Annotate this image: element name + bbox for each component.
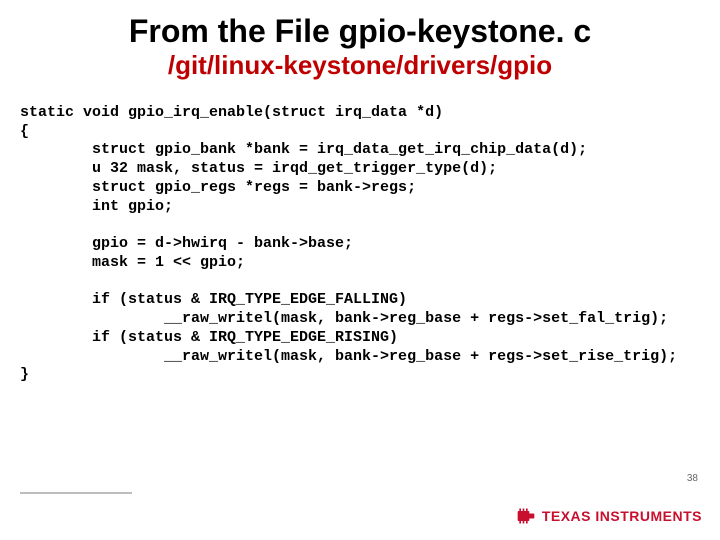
slide: From the File gpio-keystone. c /git/linu… — [0, 0, 720, 540]
ti-chip-icon — [516, 506, 536, 526]
slide-subtitle: /git/linux-keystone/drivers/gpio — [20, 51, 700, 80]
divider-line — [20, 492, 132, 494]
slide-title: From the File gpio-keystone. c — [20, 14, 700, 49]
code-block: static void gpio_irq_enable(struct irq_d… — [20, 104, 700, 385]
page-number: 38 — [687, 473, 698, 484]
ti-logo-text: TEXAS INSTRUMENTS — [542, 508, 702, 524]
title-block: From the File gpio-keystone. c /git/linu… — [20, 14, 700, 80]
ti-logo: TEXAS INSTRUMENTS — [516, 506, 702, 526]
